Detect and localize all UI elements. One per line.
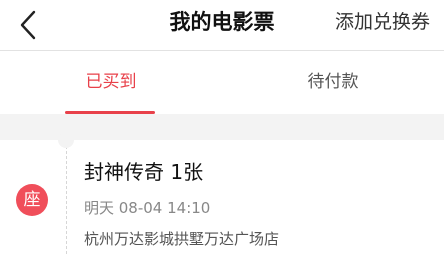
tab-pending-payment[interactable]: 待付款 <box>222 51 444 114</box>
seat-badge: 座 <box>16 184 48 216</box>
tab-purchased[interactable]: 已买到 <box>0 51 222 114</box>
tab-purchased-label: 已买到 <box>85 72 137 92</box>
movie-title: 封神传奇 1张 <box>84 160 204 184</box>
add-coupon-button[interactable]: 添加兑换券 <box>335 8 430 36</box>
ticket-perforation <box>66 146 67 254</box>
nav-bar: 我的电影票 添加兑换券 <box>0 0 444 51</box>
cinema-name: 杭州万达影城拱墅万达广场店 <box>84 230 280 248</box>
show-time: 明天 08-04 14:10 <box>84 199 211 217</box>
ticket-card[interactable]: 座 封神传奇 1张 明天 08-04 14:10 杭州万达影城拱墅万达广场店 <box>0 132 444 254</box>
ticket-notch <box>58 132 74 148</box>
tab-pending-payment-label: 待付款 <box>307 72 359 92</box>
ticket-tabs: 已买到 待付款 <box>0 51 444 114</box>
active-tab-indicator <box>65 111 155 114</box>
